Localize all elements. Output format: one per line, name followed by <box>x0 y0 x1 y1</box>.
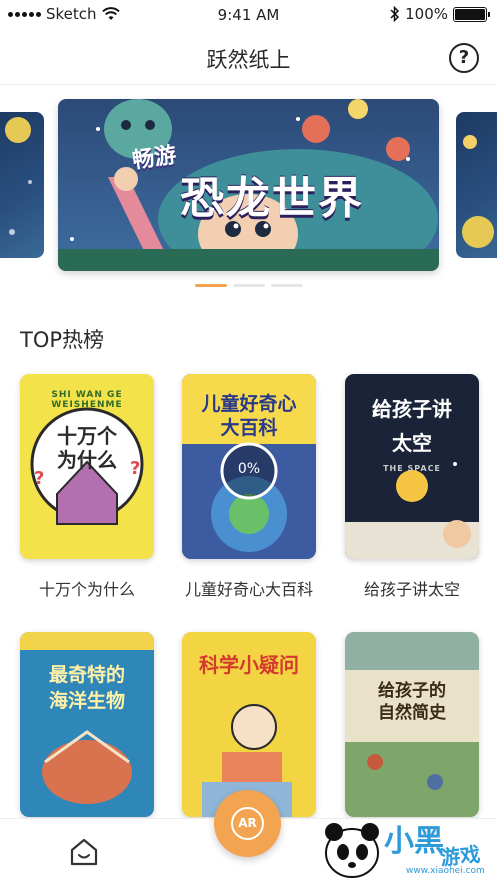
book-cover-subtitle: THE SPACE <box>383 464 441 473</box>
planet-illustration <box>5 117 32 235</box>
download-progress: 0% <box>217 439 281 503</box>
ar-label: AR <box>231 807 264 840</box>
status-bar: Sketch 9:41 AM 100% <box>0 0 497 30</box>
carousel-dot[interactable] <box>270 284 303 287</box>
watermark-brand: 小黑 <box>384 824 444 859</box>
book-cover-title: 给孩子的 自然简史 <box>378 681 446 723</box>
carousel-dot[interactable] <box>232 284 265 287</box>
banner-prev-slide[interactable] <box>0 112 44 258</box>
page-title: 跃然纸上 <box>206 48 291 72</box>
book-card-4[interactable]: 最奇特的 海洋生物 <box>20 632 154 817</box>
carousel-indicator <box>0 284 497 287</box>
book-cover-title: 科学小疑问 <box>199 653 299 677</box>
carousel-dot[interactable] <box>194 284 227 287</box>
watermark-url: www.xiaohei.com <box>406 866 485 876</box>
book-card-3[interactable]: 给孩子讲 太空 THE SPACE <box>345 374 479 559</box>
battery-icon <box>453 6 490 22</box>
ar-scan-button[interactable]: AR <box>214 790 281 857</box>
book-title-1[interactable]: 十万个为什么 <box>7 576 167 600</box>
book-cover-title: 给孩子讲 太空 <box>372 397 452 455</box>
help-button[interactable]: ? <box>449 43 479 73</box>
book-card-6[interactable]: 给孩子的 自然简史 <box>345 632 479 817</box>
banner-next-slide[interactable] <box>456 112 497 258</box>
section-title: TOP热榜 <box>20 328 105 352</box>
book-card-1[interactable]: SHI WAN GE WEISHENME ? ? 十万个 为什么 <box>20 374 154 559</box>
progress-label: 0% <box>237 461 261 477</box>
planet-illustration-right <box>462 135 494 248</box>
banner-tag: 畅游 <box>130 143 178 174</box>
bluetooth-icon <box>390 6 400 22</box>
home-icon <box>70 838 98 866</box>
question-circle-icon: ? <box>458 47 470 68</box>
banner-title: 恐龙世界 <box>180 173 364 224</box>
battery-fill <box>455 8 485 20</box>
book-cover-art <box>20 632 154 804</box>
battery-label: 100% <box>405 5 448 23</box>
book-title-2[interactable]: 儿童好奇心大百科 <box>169 576 329 600</box>
book-title-3[interactable]: 给孩子讲太空 <box>332 576 492 600</box>
book-cover-title: 最奇特的 海洋生物 <box>48 664 125 712</box>
status-right: 100% <box>390 5 490 23</box>
book-cover-title: 十万个 为什么 <box>57 424 117 472</box>
book-cover-title: 儿童好奇心 大百科 <box>201 393 297 439</box>
home-tab-button[interactable] <box>68 837 100 867</box>
book-cover-art <box>345 632 479 817</box>
nav-bar: 跃然纸上 ? <box>0 30 497 85</box>
